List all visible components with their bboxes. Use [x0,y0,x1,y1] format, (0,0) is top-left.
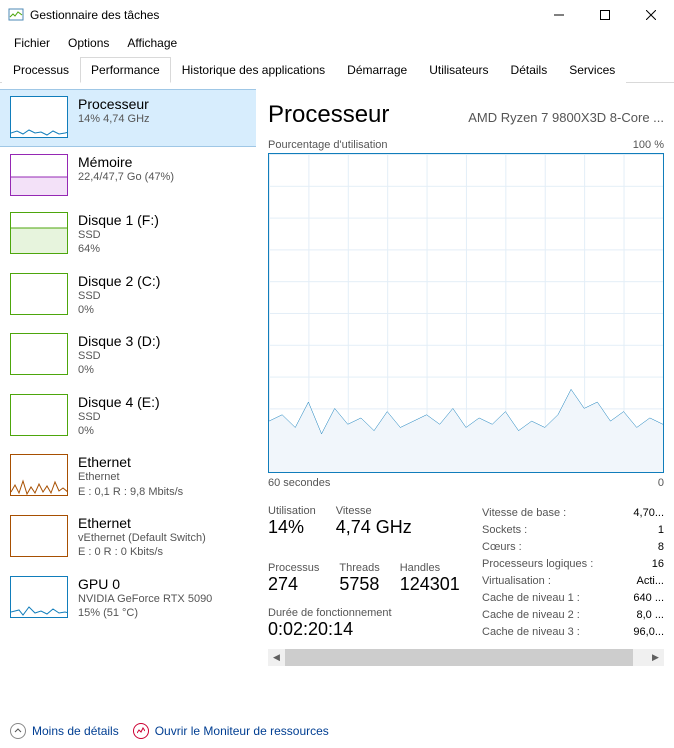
speed-value: 4,74 GHz [336,517,412,538]
scroll-right-icon[interactable]: ▶ [647,649,664,666]
tab-bar: Processus Performance Historique des app… [0,56,674,83]
sidebar-item-disk-4[interactable]: Disque 3 (D:)SSD0% [0,326,256,387]
sidebar-sub: 22,4/47,7 Go (47%) [78,170,174,184]
util-label: Utilisation [268,505,316,517]
side-stat-row: Processeurs logiques :16 [482,556,664,573]
sidebar-item-eth-7[interactable]: EthernetvEthernet (Default Switch)E : 0 … [0,508,256,569]
sidebar-title: GPU 0 [78,576,212,592]
sidebar-title: Disque 2 (C:) [78,273,160,289]
chart-axis-left: 60 secondes [268,477,330,489]
scroll-left-icon[interactable]: ◀ [268,649,285,666]
maximize-button[interactable] [582,0,628,30]
detail-pane: Processeur AMD Ryzen 7 9800X3D 8-Core ..… [256,83,674,714]
sidebar-title: Ethernet [78,515,206,531]
uptime-label: Durée de fonctionnement [268,607,464,619]
uptime-value: 0:02:20:14 [268,619,464,640]
side-stat-row: Vitesse de base :4,70... [482,505,664,522]
handles-label: Handles [400,562,460,574]
menu-file[interactable]: Fichier [6,32,58,54]
tab-users[interactable]: Utilisateurs [418,57,499,83]
thumb-gpu [10,576,68,618]
sidebar-item-mem-1[interactable]: Mémoire22,4/47,7 Go (47%) [0,147,256,205]
thumb-disk [10,394,68,436]
stats-side: Vitesse de base :4,70...Sockets :1Cœurs … [482,505,664,641]
scroll-thumb[interactable] [285,649,633,666]
sidebar-sub: SSD0% [78,349,160,378]
sidebar-title: Disque 4 (E:) [78,394,160,410]
side-stat-row: Cache de niveau 2 :8,0 ... [482,607,664,624]
tab-details[interactable]: Détails [500,57,559,83]
footer: Moins de détails Ouvrir le Moniteur de r… [0,714,674,748]
sidebar-item-eth-6[interactable]: EthernetEthernetE : 0,1 R : 9,8 Mbits/s [0,447,256,508]
thumb-disk [10,212,68,254]
side-stat-row: Cœurs :8 [482,539,664,556]
util-value: 14% [268,517,316,538]
menu-view[interactable]: Affichage [119,32,185,54]
sidebar-sub: SSD0% [78,289,160,318]
thumb-eth [10,515,68,557]
menubar: Fichier Options Affichage [0,30,674,56]
thumb-eth [10,454,68,496]
chart-label-right: 100 % [633,139,664,151]
sidebar-sub: SSD64% [78,228,159,257]
tab-services[interactable]: Services [558,57,626,83]
speed-label: Vitesse [336,505,412,517]
chevron-up-icon [10,723,26,739]
tab-apphistory[interactable]: Historique des applications [171,57,336,83]
close-button[interactable] [628,0,674,30]
resmon-icon [133,723,149,739]
sidebar-item-disk-3[interactable]: Disque 2 (C:)SSD0% [0,266,256,327]
minimize-button[interactable] [536,0,582,30]
window-title: Gestionnaire des tâches [30,8,536,22]
detail-subtitle: AMD Ryzen 7 9800X3D 8-Core ... [468,110,664,125]
sidebar-item-disk-2[interactable]: Disque 1 (F:)SSD64% [0,205,256,266]
open-resmon-button[interactable]: Ouvrir le Moniteur de ressources [133,723,329,739]
tab-startup[interactable]: Démarrage [336,57,418,83]
sidebar[interactable]: Processeur14% 4,74 GHzMémoire22,4/47,7 G… [0,83,256,714]
handles-value: 124301 [400,574,460,595]
app-icon [8,7,24,23]
side-stat-row: Cache de niveau 3 :96,0... [482,624,664,641]
thumb-disk [10,273,68,315]
sidebar-sub: SSD0% [78,410,160,439]
sidebar-title: Mémoire [78,154,174,170]
tab-performance[interactable]: Performance [80,57,171,83]
side-stat-row: Sockets :1 [482,522,664,539]
sidebar-sub: EthernetE : 0,1 R : 9,8 Mbits/s [78,470,183,499]
sidebar-title: Processeur [78,96,150,112]
sidebar-title: Disque 1 (F:) [78,212,159,228]
side-stat-row: Cache de niveau 1 :640 ... [482,590,664,607]
threads-value: 5758 [339,574,379,595]
tab-processes[interactable]: Processus [2,57,80,83]
side-stat-row: Virtualisation :Acti... [482,573,664,590]
sidebar-item-cpu-0[interactable]: Processeur14% 4,74 GHz [0,89,256,147]
sidebar-sub: 14% 4,74 GHz [78,112,150,126]
sidebar-item-gpu-8[interactable]: GPU 0NVIDIA GeForce RTX 509015% (51 °C) [0,569,256,630]
titlebar: Gestionnaire des tâches [0,0,674,30]
thumb-cpu [10,96,68,138]
thumb-disk [10,333,68,375]
sidebar-item-disk-5[interactable]: Disque 4 (E:)SSD0% [0,387,256,448]
sidebar-title: Ethernet [78,454,183,470]
detail-title: Processeur [268,101,389,129]
sidebar-sub: NVIDIA GeForce RTX 509015% (51 °C) [78,592,212,621]
threads-label: Threads [339,562,379,574]
fewer-details-button[interactable]: Moins de détails [10,723,119,739]
sidebar-title: Disque 3 (D:) [78,333,160,349]
menu-options[interactable]: Options [60,32,117,54]
cpu-chart [268,153,664,473]
chart-axis-right: 0 [658,477,664,489]
sidebar-sub: vEthernet (Default Switch)E : 0 R : 0 Kb… [78,531,206,560]
horizontal-scrollbar[interactable]: ◀ ▶ [268,649,664,666]
chart-label-left: Pourcentage d'utilisation [268,139,388,151]
proc-value: 274 [268,574,319,595]
thumb-mem [10,154,68,196]
proc-label: Processus [268,562,319,574]
